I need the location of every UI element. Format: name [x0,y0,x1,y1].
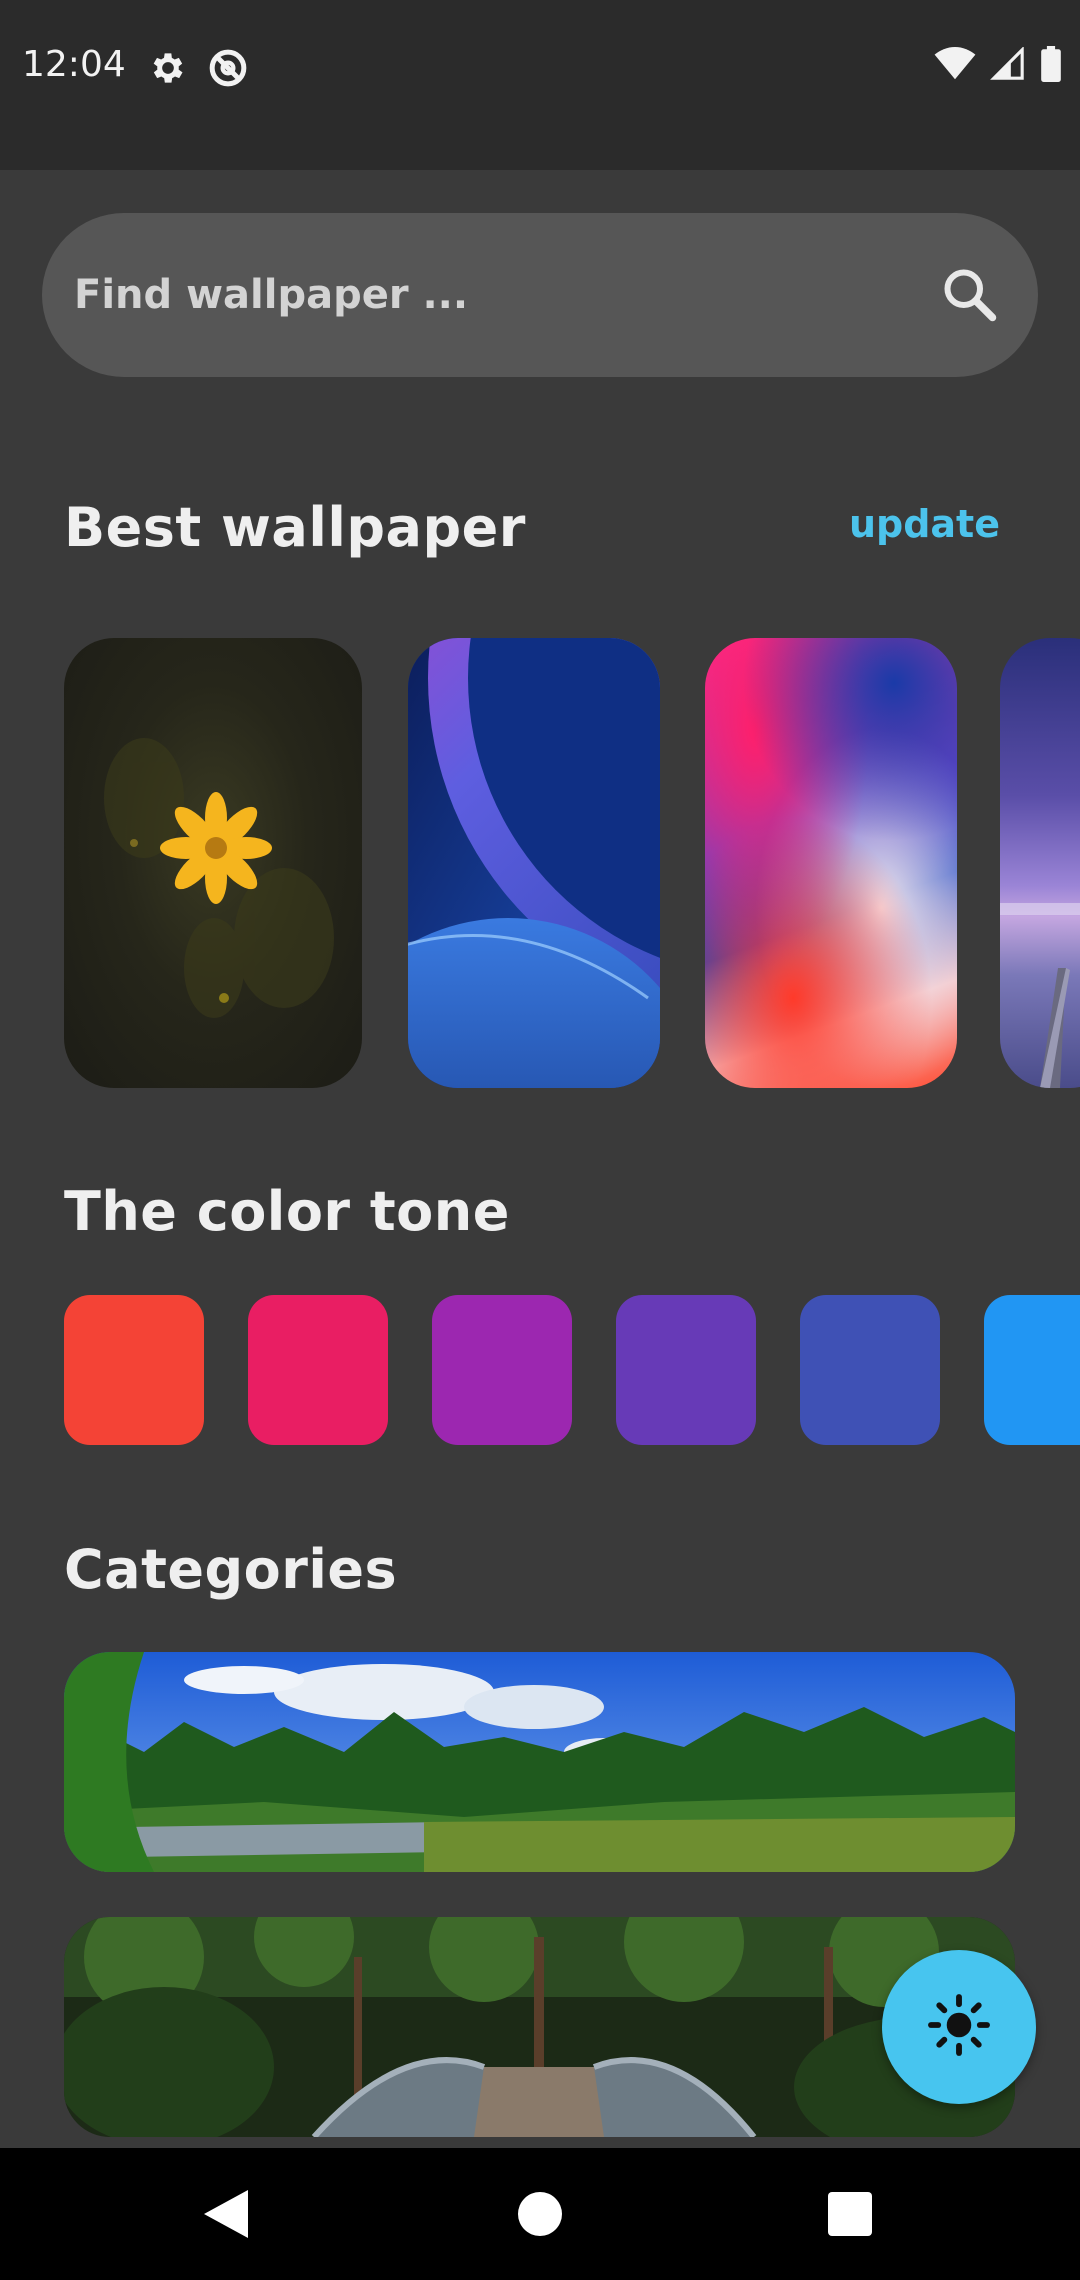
status-right-icons [934,46,1062,87]
sun-icon [927,1993,991,2062]
at-sign-icon [208,48,248,88]
status-time: 12:04 [22,44,126,85]
color-swatch[interactable] [800,1295,940,1445]
color-swatch[interactable] [248,1295,388,1445]
search-icon[interactable] [940,265,1000,325]
color-swatch[interactable] [984,1295,1080,1445]
search-input[interactable] [74,213,894,377]
gear-icon [148,48,188,88]
search-bar[interactable] [42,213,1038,377]
color-tone-title: The color tone [64,1180,510,1243]
forest-lake-category[interactable] [64,1652,1015,1872]
purple-lake-pier-wallpaper[interactable] [1000,638,1080,1088]
battery-icon [1040,46,1062,87]
best-wallpaper-title: Best wallpaper [64,496,526,559]
wifi-icon [934,47,976,86]
back-icon[interactable] [186,2174,266,2254]
yellow-flower-wallpaper[interactable] [64,638,362,1088]
color-swatch[interactable] [64,1295,204,1445]
update-link[interactable]: update [849,502,1000,546]
recents-icon[interactable] [810,2174,890,2254]
forest-bridge-category[interactable] [64,1917,1015,2137]
home-icon[interactable] [500,2174,580,2254]
categories-title: Categories [64,1538,398,1601]
color-swatch[interactable] [616,1295,756,1445]
status-bar: 12:04 [0,0,1080,170]
color-swatch[interactable] [432,1295,572,1445]
cell-signal-icon [990,46,1026,86]
navigation-bar [0,2148,1080,2280]
blue-planet-wallpaper[interactable] [408,638,660,1088]
theme-toggle-button[interactable] [882,1950,1036,2104]
gradient-color-wallpaper[interactable] [705,638,957,1088]
